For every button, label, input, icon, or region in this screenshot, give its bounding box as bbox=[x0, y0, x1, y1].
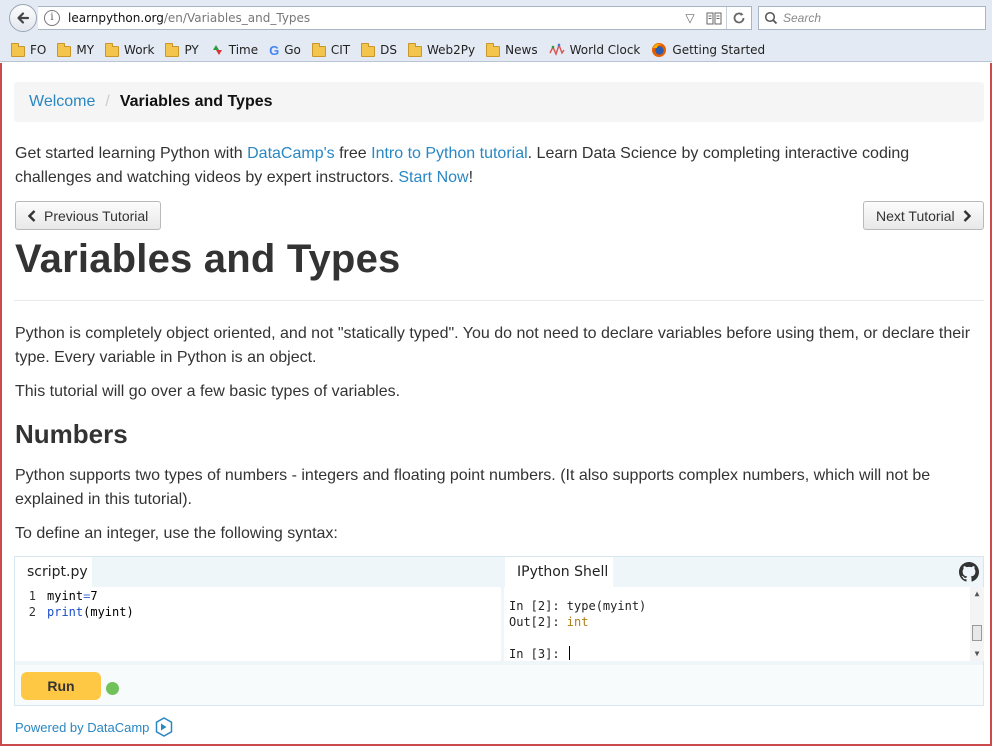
page-content: Welcome / Variables and Types Get starte… bbox=[0, 63, 992, 746]
page-title: Variables and Types bbox=[15, 237, 401, 281]
datacamp-code-widget: script.py IPython Shell 1 myint = 7 2 pr… bbox=[14, 556, 984, 706]
folder-icon bbox=[311, 42, 326, 57]
bookmark-web2py[interactable]: Web2Py bbox=[408, 42, 475, 57]
paragraph-define-integer: To define an integer, use the following … bbox=[15, 525, 338, 542]
chevron-right-icon bbox=[963, 209, 971, 222]
scrollbar-thumb[interactable] bbox=[972, 625, 982, 641]
url-path: /en/Variables_and_Types bbox=[163, 11, 311, 25]
breadcrumb-welcome-link[interactable]: Welcome bbox=[29, 93, 95, 111]
paragraph-number-types: Python supports two types of numbers - i… bbox=[15, 467, 931, 508]
section-heading-numbers: Numbers bbox=[15, 419, 128, 449]
back-arrow-icon bbox=[17, 12, 30, 24]
search-bar[interactable]: Search bbox=[758, 6, 986, 30]
code-editor[interactable]: 1 myint = 7 2 print (myint) bbox=[15, 587, 501, 661]
paragraph-object-oriented: Python is completely object oriented, an… bbox=[15, 325, 971, 366]
status-indicator bbox=[106, 682, 119, 695]
folder-icon bbox=[486, 42, 501, 57]
bookmarks-toolbar: FO MY Work PY Time G Go CIT DS Web2Py New… bbox=[0, 38, 765, 62]
breadcrumb-current: Variables and Types bbox=[119, 93, 273, 110]
datacamp-logo-icon bbox=[156, 717, 173, 737]
text-cursor bbox=[568, 646, 570, 660]
bookmark-getting-started[interactable]: Getting Started bbox=[651, 42, 765, 58]
bookmark-news[interactable]: News bbox=[486, 42, 538, 57]
reader-view-icon[interactable] bbox=[702, 7, 726, 29]
shell-line: In [2]: type(myint) bbox=[509, 599, 647, 613]
ipython-shell-console[interactable]: In [2]: type(myint) Out[2]: int In [3]: … bbox=[504, 587, 984, 661]
bookmark-my[interactable]: MY bbox=[57, 42, 94, 57]
firefox-icon bbox=[652, 43, 667, 57]
breadcrumb: Welcome / Variables and Types bbox=[14, 82, 984, 122]
world-clock-icon bbox=[548, 43, 565, 56]
powered-by-datacamp-link[interactable]: Powered by DataCamp bbox=[15, 717, 173, 737]
code-line: 2 print (myint) bbox=[15, 604, 501, 620]
tab-script-py[interactable]: script.py bbox=[15, 557, 92, 587]
bookmark-time[interactable]: Time bbox=[210, 43, 258, 57]
bookmark-fo[interactable]: FO bbox=[11, 42, 46, 57]
folder-icon bbox=[105, 42, 120, 57]
previous-tutorial-button[interactable]: Previous Tutorial bbox=[15, 201, 162, 230]
scroll-up-icon[interactable]: ▲ bbox=[970, 587, 984, 601]
folder-icon bbox=[361, 42, 376, 57]
datacamp-link[interactable]: DataCamp's bbox=[247, 145, 335, 162]
start-now-link[interactable]: Start Now bbox=[398, 169, 468, 186]
shell-line: Out[2]: int bbox=[509, 615, 589, 629]
bookmark-cit[interactable]: CIT bbox=[311, 42, 350, 57]
bookmark-world-clock[interactable]: World Clock bbox=[548, 43, 640, 57]
breadcrumb-separator: / bbox=[105, 93, 110, 110]
reload-icon[interactable] bbox=[727, 7, 751, 29]
browser-chrome: i learnpython.org/en/Variables_and_Types… bbox=[0, 0, 992, 62]
search-placeholder: Search bbox=[783, 11, 822, 25]
intro-paragraph: Get started learning Python with DataCam… bbox=[15, 145, 910, 186]
site-info-icon[interactable]: i bbox=[44, 10, 60, 26]
chevron-left-icon bbox=[28, 209, 36, 222]
folder-icon bbox=[57, 42, 72, 57]
run-button[interactable]: Run bbox=[21, 672, 101, 700]
code-line: 1 myint = 7 bbox=[15, 588, 501, 604]
next-tutorial-button[interactable]: Next Tutorial bbox=[863, 201, 984, 230]
github-icon[interactable] bbox=[959, 562, 979, 582]
shell-prompt[interactable]: In [3]: bbox=[509, 646, 984, 662]
folder-icon bbox=[408, 42, 422, 57]
back-button[interactable] bbox=[9, 4, 37, 32]
scroll-down-icon[interactable]: ▼ bbox=[970, 647, 984, 661]
run-toolbar: Run bbox=[15, 665, 983, 705]
folder-icon bbox=[165, 42, 180, 57]
shell-scrollbar[interactable]: ▲ ▼ bbox=[970, 587, 984, 661]
bookmark-go[interactable]: G Go bbox=[269, 43, 301, 58]
url-host: learnpython.org bbox=[68, 11, 164, 25]
divider bbox=[14, 300, 984, 301]
folder-icon bbox=[11, 42, 25, 57]
dropdown-history-icon[interactable]: ▽ bbox=[678, 7, 702, 29]
intro-python-tutorial-link[interactable]: Intro to Python tutorial bbox=[371, 145, 528, 162]
paragraph-tutorial-intro: This tutorial will go over a few basic t… bbox=[15, 383, 401, 400]
url-bar[interactable]: i learnpython.org/en/Variables_and_Types… bbox=[38, 6, 752, 30]
google-icon: G bbox=[269, 42, 280, 58]
bookmark-py[interactable]: PY bbox=[165, 42, 199, 57]
time-site-icon bbox=[212, 45, 222, 55]
line-number: 1 bbox=[28, 589, 36, 603]
line-number: 2 bbox=[28, 605, 36, 619]
tab-ipython-shell[interactable]: IPython Shell bbox=[505, 557, 613, 587]
search-icon bbox=[764, 11, 778, 25]
bookmark-ds[interactable]: DS bbox=[361, 42, 397, 57]
bookmark-work[interactable]: Work bbox=[105, 42, 154, 57]
